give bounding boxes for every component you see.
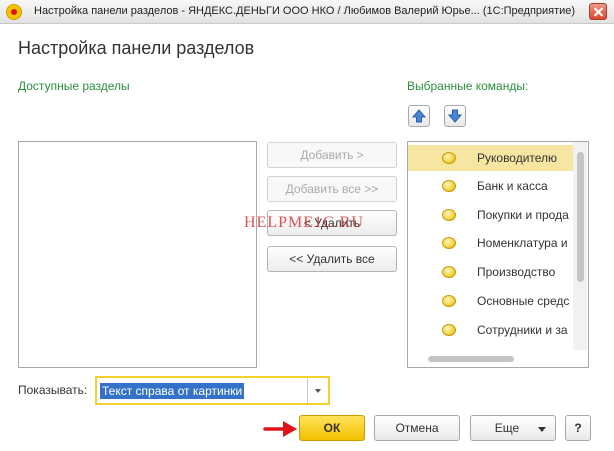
list-item-label: Номенклатура и: [477, 236, 568, 250]
bulb-icon: [442, 295, 456, 307]
show-label: Показывать:: [18, 383, 88, 397]
available-sections-label: Доступные разделы: [18, 79, 130, 93]
chevron-down-icon[interactable]: [307, 378, 328, 403]
bulb-icon: [442, 237, 456, 249]
help-button[interactable]: ?: [565, 415, 591, 441]
bulb-icon: [442, 152, 456, 164]
bulb-icon: [442, 209, 456, 221]
dialog-heading: Настройка панели разделов: [18, 38, 255, 58]
selected-commands-label: Выбранные команды:: [407, 79, 529, 93]
list-item-label: Производство: [477, 265, 556, 279]
arrow-up-icon: [412, 109, 426, 123]
list-item-label: Сотрудники и за: [477, 323, 568, 337]
bulb-icon: [442, 324, 456, 336]
close-icon[interactable]: [589, 3, 607, 20]
red-arrow-icon: [263, 421, 297, 437]
remove-all-button[interactable]: << Удалить все: [267, 246, 397, 272]
list-item-label: Покупки и прода: [477, 208, 569, 222]
vertical-scroll-thumb[interactable]: [577, 152, 584, 282]
ok-button[interactable]: ОК: [299, 415, 365, 441]
arrow-down-icon: [448, 109, 462, 123]
cancel-button[interactable]: Отмена: [374, 415, 460, 441]
list-item[interactable]: Покупки и прода: [408, 202, 574, 228]
list-item-label: Основные средс: [477, 294, 570, 308]
list-item[interactable]: Основные средс: [408, 288, 574, 314]
1c-app-icon: [6, 4, 22, 20]
bulb-icon: [442, 266, 456, 278]
add-all-button[interactable]: Добавить все >>: [267, 176, 397, 202]
move-down-button[interactable]: [444, 105, 466, 127]
add-button[interactable]: Добавить >: [267, 142, 397, 168]
list-item[interactable]: Банк и касса: [408, 173, 574, 199]
list-item-label: Руководителю: [477, 151, 558, 165]
horizontal-scroll-thumb[interactable]: [428, 356, 514, 362]
chevron-down-icon: [538, 427, 546, 432]
title-bar: Настройка панели разделов - ЯНДЕКС.ДЕНЬГ…: [0, 0, 614, 24]
list-item-label: Банк и касса: [477, 179, 548, 193]
available-sections-list[interactable]: [18, 141, 257, 368]
list-item[interactable]: Руководителю: [408, 145, 574, 171]
more-button-label: Еще: [494, 421, 520, 435]
list-item[interactable]: Номенклатура и: [408, 230, 574, 256]
window-title: Настройка панели разделов - ЯНДЕКС.ДЕНЬГ…: [34, 5, 576, 17]
bulb-icon: [442, 180, 456, 192]
selected-commands-list[interactable]: Руководителю Банк и касса Покупки и прод…: [407, 141, 589, 368]
list-item[interactable]: Производство: [408, 259, 574, 285]
show-mode-select[interactable]: Текст справа от картинки: [95, 376, 330, 405]
more-button[interactable]: Еще: [470, 415, 556, 441]
move-up-button[interactable]: [408, 105, 430, 127]
list-item[interactable]: Сотрудники и за: [408, 317, 574, 343]
show-mode-value: Текст справа от картинки: [100, 383, 245, 399]
watermark-text: HELPME1C.RU: [244, 214, 364, 231]
